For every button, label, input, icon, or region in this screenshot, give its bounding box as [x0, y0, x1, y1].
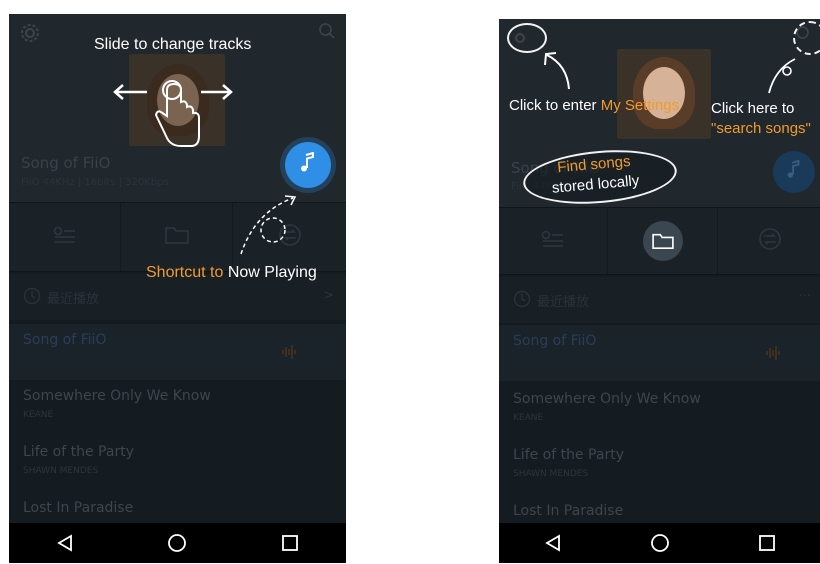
song-name: Life of the Party: [513, 447, 624, 463]
now-playing-button[interactable]: [285, 142, 331, 188]
folder-icon: [643, 221, 683, 261]
equalizer-list-icon: [541, 230, 565, 252]
android-navbar: [9, 523, 346, 563]
tab-playlist[interactable]: [9, 203, 120, 271]
list-item[interactable]: Life of the Party SHAWN MENDES: [499, 439, 820, 495]
curved-arrow-decoration: [235, 192, 305, 266]
song-name: Somewhere Only We Know: [23, 388, 211, 404]
callout-orange-text: My Settings: [600, 97, 680, 114]
list-item[interactable]: Song of FiiO: [499, 325, 820, 381]
now-playing-button[interactable]: [773, 151, 815, 193]
tab-local-folder[interactable]: [607, 208, 718, 274]
shuffle-icon: [757, 226, 783, 256]
more-menu[interactable]: ···: [799, 289, 811, 304]
song-name: Song of FiiO: [23, 332, 107, 348]
song-artist: SHAWN MENDES: [23, 466, 99, 476]
more-arrow[interactable]: >: [323, 288, 334, 303]
callout-slide-tracks: Slide to change tracks: [94, 36, 252, 53]
song-name: Lost In Paradise: [513, 503, 624, 519]
list-item[interactable]: Life of the Party SHAWN MENDES: [9, 436, 346, 492]
music-note-icon: [785, 159, 803, 184]
gear-icon[interactable]: [19, 22, 41, 48]
callout-white-text: Click to enter: [509, 97, 601, 114]
nav-back-icon[interactable]: [50, 528, 80, 558]
callout-shortcut-now-playing: Shortcut to Now Playing: [146, 264, 317, 282]
tab-playlist[interactable]: [499, 208, 607, 274]
tab-shuffle[interactable]: [717, 208, 820, 274]
nav-home-icon[interactable]: [645, 528, 675, 558]
song-name: Song of FiiO: [513, 333, 597, 349]
nav-recents-icon[interactable]: [752, 528, 782, 558]
track-meta: FiiO 44KHz | 16bits | 320Kbps: [21, 177, 169, 188]
song-artist: KEANE: [513, 413, 544, 423]
callout-white-text: Now Playing: [227, 264, 317, 281]
curved-arrow-decoration: [765, 53, 805, 101]
callout-search-line1: Click here to: [711, 100, 795, 117]
clock-icon: [23, 287, 41, 309]
nav-home-icon[interactable]: [162, 528, 192, 558]
left-phone-screen: Song of FiiO FiiO 44KHz | 16bits | 320Kb…: [9, 14, 346, 563]
recent-section[interactable]: 最近播放 ···: [499, 277, 820, 323]
curved-arrow-decoration: [539, 49, 579, 97]
callout-search-songs: Click here to "search songs": [711, 99, 811, 139]
song-artist: SHAWN MENDES: [513, 469, 589, 479]
album-art[interactable]: [617, 49, 711, 139]
recent-label: 最近播放: [537, 295, 590, 310]
callout-search-line2: "search songs": [711, 120, 811, 137]
nav-back-icon[interactable]: [538, 528, 568, 558]
song-name: Somewhere Only We Know: [513, 391, 701, 407]
tab-row: [499, 207, 820, 275]
search-highlight-bubble: [793, 21, 820, 55]
song-artist: KEANE: [23, 410, 54, 420]
equalizer-list-icon: [53, 226, 77, 248]
folder-icon: [164, 225, 190, 249]
song-name: Life of the Party: [23, 444, 134, 460]
song-name: Lost In Paradise: [23, 500, 134, 516]
search-icon[interactable]: [318, 22, 336, 44]
waveform-icon: [765, 345, 781, 365]
swipe-hand-icon: [109, 72, 237, 158]
right-phone-screen: Song of FiiO FiiO 44KHz 最近播放: [499, 19, 820, 563]
track-title: Song of FiiO: [21, 154, 111, 172]
nav-recents-icon[interactable]: [275, 528, 305, 558]
clock-icon: [513, 290, 531, 312]
callout-local-songs: Find songs stored locally: [549, 151, 640, 198]
list-item[interactable]: Somewhere Only We Know KEANE: [499, 383, 820, 439]
callout-my-settings: Click to enter My Settings: [509, 97, 679, 114]
callout-orange-text: Shortcut to: [146, 264, 228, 281]
music-note-icon: [298, 151, 318, 178]
recent-label: 最近播放: [47, 292, 100, 307]
waveform-icon: [281, 344, 297, 364]
android-navbar: [499, 523, 820, 563]
list-item[interactable]: Somewhere Only We Know KEANE: [9, 380, 346, 436]
list-item[interactable]: Song of FiiO: [9, 324, 346, 380]
tab-local-folder[interactable]: [120, 203, 233, 271]
